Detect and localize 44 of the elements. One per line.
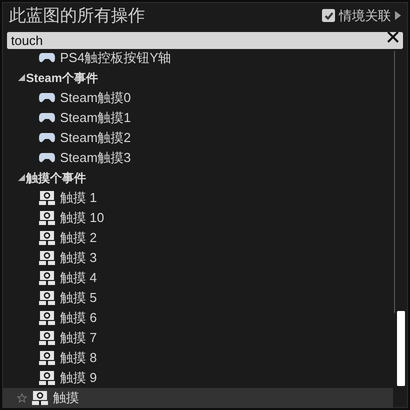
action-item[interactable]: 触摸 4	[3, 268, 393, 288]
action-item[interactable]: 触摸	[3, 388, 393, 408]
star-icon[interactable]	[17, 392, 27, 402]
action-item[interactable]: 触摸 10	[3, 208, 393, 228]
category-label[interactable]: Steam个事件	[26, 68, 98, 86]
touch-icon	[39, 350, 55, 364]
touch-icon	[39, 210, 55, 224]
action-item[interactable]: 触摸 1	[3, 188, 393, 208]
touch-icon	[39, 290, 55, 304]
gamepad-icon	[39, 52, 55, 62]
close-icon[interactable]	[387, 31, 399, 43]
search-field[interactable]: touch	[7, 32, 403, 49]
action-item[interactable]: PS4触控板按钮Y轴	[3, 48, 393, 68]
touch-icon	[39, 330, 55, 344]
expander-icon[interactable]	[18, 174, 25, 181]
gamepad-icon	[39, 112, 55, 122]
action-item[interactable]: Steam触摸3	[3, 148, 393, 168]
action-item[interactable]: 触摸 6	[3, 308, 393, 328]
gamepad-icon	[39, 132, 55, 142]
expander-icon[interactable]	[18, 74, 25, 81]
action-item[interactable]: 触摸 5	[3, 288, 393, 308]
action-item[interactable]: Steam触摸0	[3, 88, 393, 108]
action-item[interactable]: Steam触摸2	[3, 128, 393, 148]
touch-icon	[39, 250, 55, 264]
action-item[interactable]: 触摸 8	[3, 348, 393, 368]
scrollbar-thumb[interactable]	[397, 311, 405, 386]
touch-icon	[39, 230, 55, 244]
context-label[interactable]: 情境关联	[339, 6, 391, 26]
context-checkbox[interactable]	[322, 9, 335, 22]
touch-icon	[39, 270, 55, 284]
action-item[interactable]: Steam触摸1	[3, 108, 393, 128]
expand-arrow-icon[interactable]	[395, 11, 401, 20]
category-label[interactable]: 触摸个事件	[26, 168, 86, 186]
action-item[interactable]: 触摸 2	[3, 228, 393, 248]
touch-icon	[39, 190, 55, 204]
touch-icon	[39, 310, 55, 324]
gamepad-icon	[39, 152, 55, 162]
action-item[interactable]: 触摸 9	[3, 368, 393, 388]
panel-title: 此蓝图的所有操作	[9, 5, 145, 27]
gamepad-icon	[39, 92, 55, 102]
action-item[interactable]: 触摸 3	[3, 248, 393, 268]
touch-icon	[32, 390, 48, 404]
touch-icon	[39, 370, 55, 384]
action-item[interactable]: 触摸 7	[3, 328, 393, 348]
